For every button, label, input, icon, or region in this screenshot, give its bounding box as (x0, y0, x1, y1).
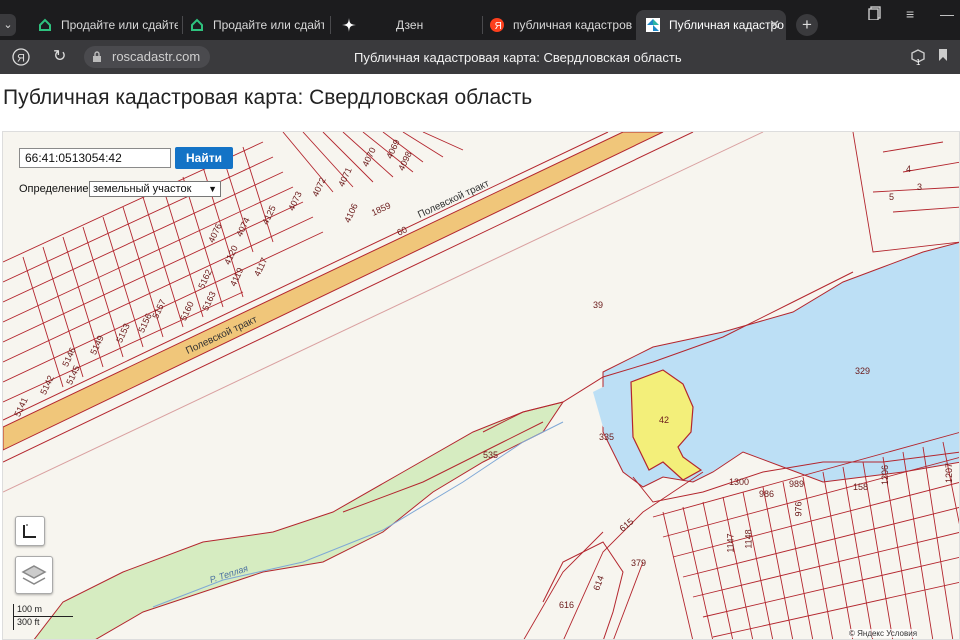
tab-title: Дзен (396, 18, 424, 32)
definition-select[interactable]: земельный участок ▼ (89, 181, 221, 197)
definition-label: Определение: (19, 183, 92, 195)
parcel-label[interactable]: 976 (794, 501, 804, 516)
parcel-label[interactable]: 3 (917, 182, 922, 192)
tab-4[interactable]: Я публичная кадастров (490, 10, 632, 40)
address-bar[interactable]: roscadastr.com (84, 46, 210, 68)
ruler-button[interactable] (15, 516, 45, 546)
tab-title: Продайте или сдайте в (61, 18, 178, 32)
new-tab-button[interactable]: + (796, 14, 818, 36)
tab-title: Публичная кадастро (669, 18, 784, 32)
url-text: roscadastr.com (112, 49, 201, 64)
parcel-label[interactable]: 1207 (944, 463, 954, 483)
cadastral-number-input[interactable]: 66:41:0513054:42 (19, 148, 171, 168)
forest-area (33, 401, 565, 639)
tab-separator (182, 16, 183, 34)
yandex-logo-icon[interactable]: Я (12, 48, 30, 69)
tab-menu-button[interactable]: ⌄ (0, 14, 16, 36)
find-button[interactable]: Найти (175, 147, 233, 169)
parcel-label[interactable]: 4 (906, 164, 911, 174)
svg-text:Я: Я (495, 21, 502, 32)
parcel-label[interactable]: 329 (855, 366, 870, 376)
chevron-down-icon: ▼ (208, 184, 217, 194)
scale-metric: 100 m (13, 604, 73, 617)
yandex-icon: Я (490, 18, 504, 32)
tab-5-active[interactable]: Публичная кадастро ✕ (636, 10, 786, 40)
tab-3[interactable]: Дзен (342, 10, 462, 40)
tab-separator (482, 16, 483, 34)
parcel-label[interactable]: 989 (789, 479, 804, 489)
bookmark-icon[interactable] (938, 48, 948, 65)
parcel-label[interactable]: 5 (889, 192, 894, 202)
svg-text:Я: Я (17, 53, 25, 65)
parcel-label[interactable]: 986 (759, 489, 774, 499)
green-house-icon (190, 18, 204, 32)
lock-icon (92, 46, 102, 71)
page-title: Публичная кадастровая карта: Свердловска… (3, 86, 533, 109)
minimize-icon[interactable]: — (940, 6, 954, 22)
bookmarks-icon[interactable] (868, 6, 882, 23)
page-caption: Публичная кадастровая карта: Свердловска… (354, 50, 682, 65)
parcel-label[interactable]: 616 (559, 600, 574, 610)
parcel-label[interactable]: 1300 (729, 477, 749, 487)
parcel-label[interactable]: 1148 (744, 529, 754, 548)
address-toolbar: Я ↻ roscadastr.com Публичная кадастровая… (0, 40, 960, 74)
layers-icon (21, 565, 47, 585)
menu-icon[interactable]: ≡ (906, 6, 914, 22)
tab-2[interactable]: Продайте или сдайте в (190, 10, 324, 40)
scale-imperial: 300 ft (13, 617, 73, 630)
tab-title: Продайте или сдайте в (213, 18, 324, 32)
parcel-label[interactable]: 379 (631, 558, 646, 568)
extension-badge: 1 (916, 58, 921, 67)
reload-icon[interactable]: ↻ (53, 46, 66, 66)
layers-button[interactable] (15, 556, 53, 594)
parcel-label[interactable]: 1206 (880, 465, 890, 485)
tab-title: публичная кадастров (513, 18, 632, 32)
rosreestr-icon (646, 18, 660, 32)
ruler-icon (23, 524, 36, 538)
parcel-label-selected[interactable]: 42 (659, 415, 669, 425)
tab-1[interactable]: Продайте или сдайте в (38, 10, 178, 40)
close-icon[interactable]: ✕ (769, 17, 780, 33)
scale-bar: 100 m 300 ft (13, 604, 73, 630)
parcel-label[interactable]: 535 (483, 450, 498, 460)
tab-bar: ⌄ Продайте или сдайте в Продайте или сда… (0, 0, 960, 44)
green-house-icon (38, 18, 52, 32)
dzen-star-icon (342, 18, 356, 32)
cadastral-map[interactable]: Полевской тракт Полевской тракт Р. Тепла… (2, 131, 960, 640)
polevskoy-road (3, 132, 664, 451)
tab-separator (330, 16, 331, 34)
map-canvas (3, 132, 959, 639)
parcel-label[interactable]: 335 (599, 432, 614, 442)
definition-selected-value: земельный участок (93, 183, 192, 195)
parcel-label[interactable]: 158 (853, 482, 868, 492)
parcel-label[interactable]: 39 (593, 300, 603, 310)
map-attribution[interactable]: © Яндекс Условия (849, 629, 918, 638)
parcel-label[interactable]: 1147 (726, 533, 736, 552)
